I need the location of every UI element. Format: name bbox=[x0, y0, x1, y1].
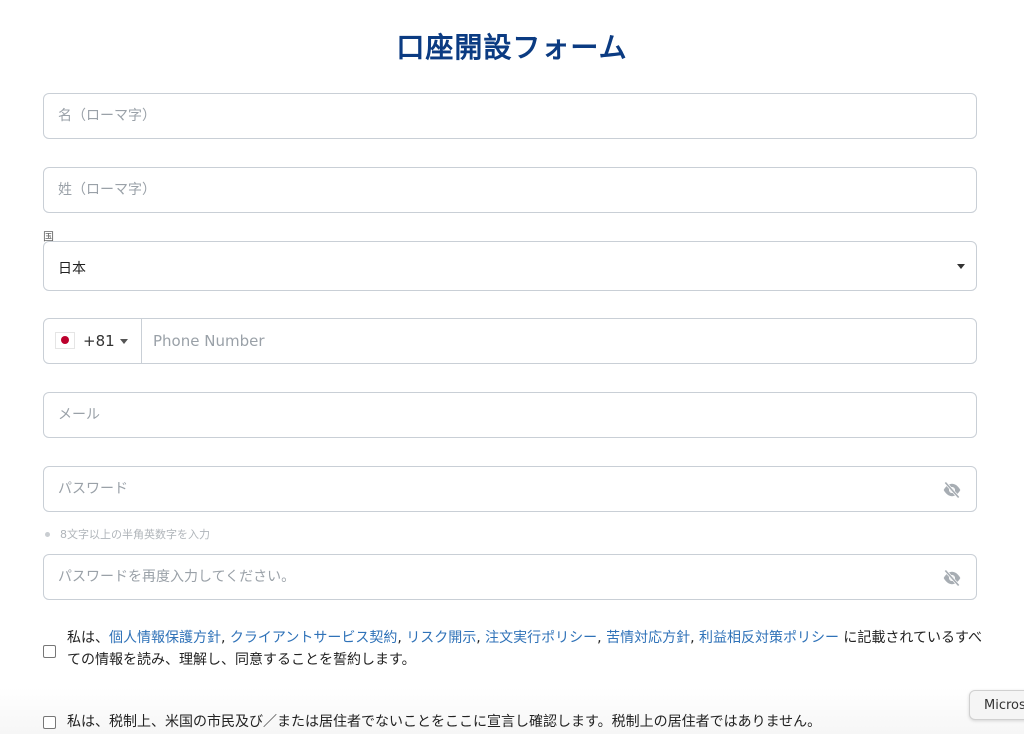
client-agreement-link[interactable]: クライアントサービス契約 bbox=[230, 630, 397, 646]
last-name-field[interactable] bbox=[43, 167, 977, 213]
terms-checkbox[interactable] bbox=[43, 645, 56, 658]
first-name-field[interactable] bbox=[43, 93, 977, 139]
privacy-policy-link[interactable]: 個人情報保護方針 bbox=[109, 630, 221, 646]
caret-down-icon bbox=[120, 339, 128, 344]
eye-slash-icon[interactable] bbox=[942, 480, 962, 500]
country-select[interactable]: 日本 bbox=[43, 241, 977, 291]
password-hint-text: 8文字以上の半角英数字を入力 bbox=[60, 528, 210, 541]
terms-prefix: 私は、 bbox=[67, 630, 109, 646]
phone-field[interactable]: +81 bbox=[43, 318, 977, 364]
phone-number-input[interactable] bbox=[142, 319, 976, 363]
microsoft-chip[interactable]: Micros bbox=[969, 690, 1024, 720]
tax-declaration-checkbox[interactable] bbox=[43, 716, 56, 729]
page-title: 口座開設フォーム bbox=[396, 31, 628, 64]
password-hint: 8文字以上の半角英数字を入力 bbox=[45, 526, 210, 542]
first-name-input[interactable] bbox=[44, 94, 976, 138]
country-selected-value: 日本 bbox=[58, 261, 86, 277]
japan-flag-icon bbox=[55, 332, 75, 349]
password-confirm-input[interactable] bbox=[44, 555, 976, 599]
phone-country-code-selector[interactable]: +81 bbox=[44, 319, 142, 363]
risk-disclosure-link[interactable]: リスク開示 bbox=[406, 630, 476, 646]
complaints-policy-link[interactable]: 苦情対応方針 bbox=[606, 630, 690, 646]
caret-down-icon bbox=[957, 264, 965, 269]
order-execution-policy-link[interactable]: 注文実行ポリシー bbox=[485, 630, 597, 646]
conflict-of-interest-policy-link[interactable]: 利益相反対策ポリシー bbox=[699, 630, 839, 646]
email-field[interactable] bbox=[43, 392, 977, 438]
bullet-icon bbox=[45, 531, 50, 537]
terms-agreement-text: 私は、個人情報保護方針, クライアントサービス契約, リスク開示, 注文実行ポリ… bbox=[67, 630, 983, 668]
email-input[interactable] bbox=[44, 393, 976, 437]
password-input[interactable] bbox=[44, 467, 976, 511]
phone-dial-code: +81 bbox=[83, 332, 115, 350]
eye-slash-icon[interactable] bbox=[942, 568, 962, 588]
password-confirm-field[interactable] bbox=[43, 554, 977, 600]
password-field[interactable] bbox=[43, 466, 977, 512]
tax-declaration-text: 私は、税制上、米国の市民及び／または居住者でないことをここに宣言し確認します。税… bbox=[67, 714, 822, 730]
last-name-input[interactable] bbox=[44, 168, 976, 212]
